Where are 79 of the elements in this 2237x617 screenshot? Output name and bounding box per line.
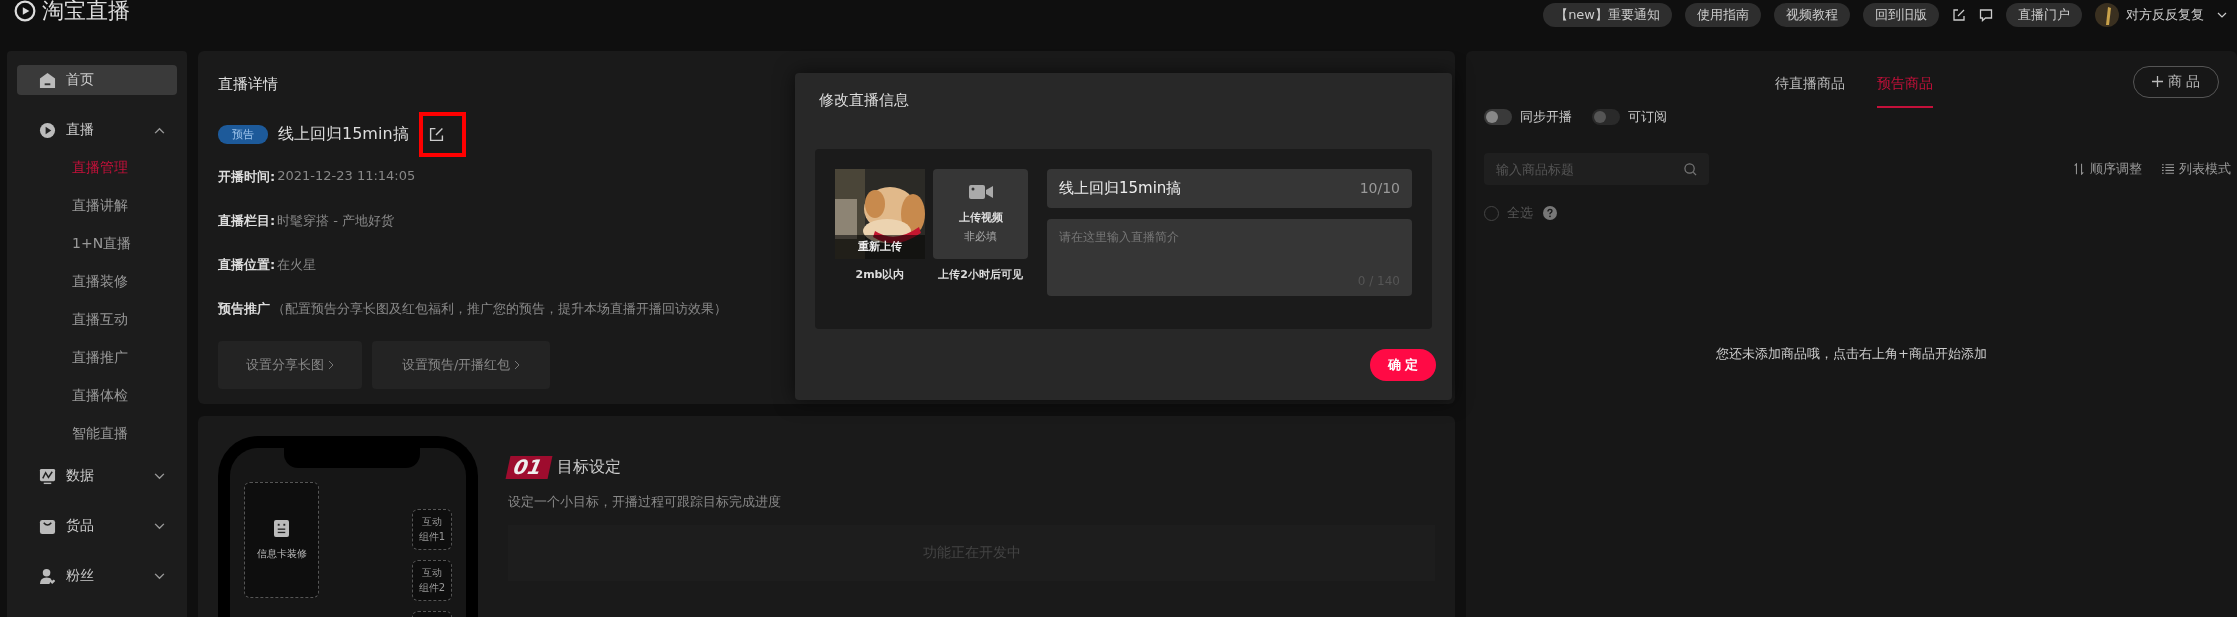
confirm-button[interactable]: 确 定 <box>1370 349 1436 381</box>
nav-subitem[interactable]: 直播推广 <box>17 347 128 385</box>
play-logo-icon <box>14 0 36 22</box>
field-note: （配置预告分享长图及红包福利，推广您的预告，提升本场直播开播回访效果） <box>272 300 727 318</box>
upload-video-label: 上传视频 <box>958 210 1003 225</box>
sort-icon <box>2073 163 2085 175</box>
chevron-down-icon <box>154 472 165 480</box>
step-number: 01 <box>505 456 553 479</box>
video-camera-icon <box>968 184 993 200</box>
nav-subitem[interactable]: 直播讲解 <box>17 195 128 233</box>
chevron-right-icon <box>514 360 521 370</box>
char-counter: 10/10 <box>1359 180 1400 196</box>
slot-label: 信息卡装修 <box>256 546 307 561</box>
setting-button[interactable]: 设置分享长图 <box>218 341 362 389</box>
size-note: 2mb以内 <box>855 267 905 282</box>
step-description: 设定一个小目标，开播过程可跟踪目标完成进度 <box>508 493 782 511</box>
nav-item[interactable]: 首页 <box>17 65 177 95</box>
toggle-label: 可订阅 <box>1628 108 1667 126</box>
field-label: 直播位置: <box>218 256 276 274</box>
empty-message: 您还未添加商品哦，点击右上角+商品开始添加 <box>1716 345 1987 363</box>
field-value: 2021-12-23 11:14:05 <box>277 168 416 185</box>
toolbar-action[interactable]: 顺序调整 <box>2073 160 2142 178</box>
field-label: 开播时间: <box>218 168 276 186</box>
dialog-title: 修改直播信息 <box>818 90 909 111</box>
live-title: 线上回归15min搞 <box>278 124 409 145</box>
nav-item[interactable]: 货品 <box>17 511 177 541</box>
tab[interactable]: 待直播商品 <box>1775 65 1845 108</box>
help-icon[interactable] <box>1543 206 1557 220</box>
toolbar-action[interactable]: 列表模式 <box>2162 160 2231 178</box>
field-label: 直播栏目: <box>218 212 276 230</box>
header-button[interactable]: 使用指南 <box>1685 3 1761 27</box>
nav-item[interactable]: 数据 <box>17 461 177 491</box>
bag-icon <box>39 517 56 535</box>
chevron-right-icon <box>328 360 334 370</box>
chevron-up-icon <box>154 126 165 134</box>
portal-button[interactable]: 直播门户 <box>2006 3 2082 27</box>
toggle-switch[interactable] <box>1484 109 1512 125</box>
search-icon <box>1684 163 1697 176</box>
select-all-label: 全选 <box>1507 204 1533 222</box>
step-title: 目标设定 <box>556 457 621 478</box>
nav-subitem[interactable]: 直播装修 <box>17 271 128 309</box>
edit-icon[interactable] <box>1952 8 1966 22</box>
section-title: 直播详情 <box>218 75 278 94</box>
list-icon <box>2162 163 2174 175</box>
toggle-label: 同步开播 <box>1520 108 1572 126</box>
visibility-note: 上传2小时后可见 <box>938 267 1023 282</box>
nav-subitem[interactable]: 直播互动 <box>17 309 128 347</box>
header-button[interactable]: 【new】重要通知 <box>1543 3 1672 27</box>
edit-icon[interactable] <box>428 127 444 142</box>
nav-subitem[interactable]: 1+N直播 <box>17 233 132 271</box>
card-icon <box>274 519 289 537</box>
nav-subitem[interactable]: 直播体检 <box>17 385 128 423</box>
username[interactable]: 对方反反复复 <box>2126 6 2204 24</box>
reupload-label[interactable]: 重新上传 <box>835 235 925 259</box>
chart-icon <box>39 467 56 485</box>
play-icon <box>39 121 56 139</box>
setting-button[interactable]: 设置预告/开播红包 <box>372 341 551 389</box>
optional-hint: 非必填 <box>964 229 997 244</box>
avatar-icon[interactable] <box>2095 3 2119 27</box>
field-value: 时髦穿搭 - 产地好货 <box>277 212 395 230</box>
logo-text: 淘宝直播 <box>42 0 130 25</box>
widget-slot: 互动组件2 <box>412 560 452 601</box>
header-button[interactable]: 回到旧版 <box>1863 3 1939 27</box>
nav-item[interactable]: 粉丝 <box>17 561 177 591</box>
status-badge: 预告 <box>218 125 268 144</box>
video-upload-box[interactable]: 上传视频 非必填 <box>933 169 1028 259</box>
nav-subitem[interactable]: 智能直播 <box>17 423 128 461</box>
widget-slot: 互动组件1 <box>412 509 452 550</box>
header-button[interactable]: 视频教程 <box>1774 3 1850 27</box>
chevron-down-icon <box>154 572 165 580</box>
user-heart-icon <box>39 567 56 585</box>
chat-icon[interactable] <box>1979 8 1993 22</box>
field-label: 预告推广 <box>218 300 270 318</box>
nav-item[interactable]: 直播 <box>17 115 177 145</box>
plus-icon <box>2151 76 2163 87</box>
chevron-down-icon <box>154 522 165 530</box>
chevron-down-icon[interactable] <box>2217 12 2227 18</box>
home-icon <box>39 71 56 89</box>
field-value: 在火星 <box>277 256 317 274</box>
